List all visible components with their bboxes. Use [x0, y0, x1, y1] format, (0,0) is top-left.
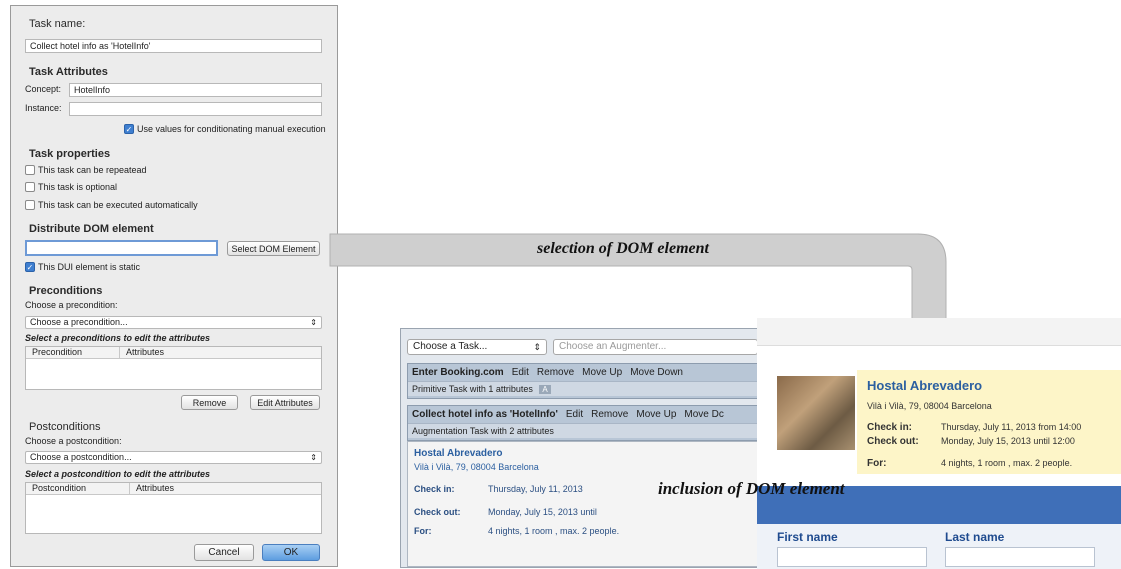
task-name: Enter Booking.com	[412, 367, 504, 378]
remove-link[interactable]: Remove	[537, 367, 574, 378]
selection-arrow-label: selection of DOM element	[537, 240, 709, 257]
hotel-summary-card: Hostal Abrevadero Vilà i Vilà, 79, 08004…	[857, 370, 1121, 474]
hotel-photo	[777, 376, 855, 450]
first-name-input[interactable]	[777, 547, 927, 567]
augmenter-select[interactable]: Choose an Augmenter...	[553, 339, 758, 355]
task-subtitle: Primitive Task with 1 attributes	[412, 384, 533, 394]
move-down-link[interactable]: Move Dc	[684, 409, 723, 420]
checkin-label: Check in:	[414, 484, 455, 494]
last-name-input[interactable]	[945, 547, 1095, 567]
for-value: 4 nights, 1 room , max. 2 people.	[488, 526, 620, 536]
checkout-value: Monday, July 15, 2013 until	[488, 507, 597, 517]
for-value: 4 nights, 1 room , max. 2 people.	[941, 458, 1073, 468]
edit-link[interactable]: Edit	[566, 409, 583, 420]
move-down-link[interactable]: Move Down	[630, 367, 683, 378]
task-name: Collect hotel info as 'HotelInfo'	[412, 409, 558, 420]
task-select[interactable]: Choose a Task... ⇕	[407, 339, 547, 355]
hotel-address: Vilà i Vilà, 79, 08004 Barcelona	[414, 462, 539, 472]
attribute-badge[interactable]: A	[539, 385, 551, 394]
checkin-label: Check in:	[867, 422, 913, 433]
remove-link[interactable]: Remove	[591, 409, 628, 420]
booking-steps-strip	[757, 318, 1121, 346]
checkout-value: Monday, July 15, 2013 until 12:00	[941, 436, 1075, 446]
hotel-address: Vilà i Vilà, 79, 08004 Barcelona	[867, 401, 992, 411]
checkin-value: Thursday, July 11, 2013	[488, 484, 583, 494]
edit-link[interactable]: Edit	[512, 367, 529, 378]
for-label: For:	[414, 526, 432, 536]
task-subtitle: Augmentation Task with 2 attributes	[408, 423, 758, 438]
last-name-label: Last name	[945, 530, 1005, 544]
hotel-name: Hostal Abrevadero	[414, 448, 503, 459]
move-up-link[interactable]: Move Up	[582, 367, 622, 378]
for-label: For:	[867, 458, 887, 469]
booking-page-panel: Hostal Abrevadero Vilà i Vilà, 79, 08004…	[757, 318, 1121, 569]
task-list-panel: Choose a Task... ⇕ Choose an Augmenter..…	[400, 328, 759, 568]
checkout-label: Check out:	[414, 507, 461, 517]
checkout-label: Check out:	[867, 436, 919, 447]
included-hotel-element: Hostal Abrevadero Vilà i Vilà, 79, 08004…	[407, 441, 759, 567]
task-item-enter-booking: Enter Booking.com Edit Remove Move Up Mo…	[407, 363, 759, 399]
checkin-value: Thursday, July 11, 2013 from 14:00	[941, 422, 1082, 432]
move-up-link[interactable]: Move Up	[636, 409, 676, 420]
hotel-name[interactable]: Hostal Abrevadero	[867, 378, 982, 393]
stepper-icon: ⇕	[533, 342, 541, 352]
inclusion-arrow-label: inclusion of DOM element	[658, 479, 845, 498]
first-name-label: First name	[777, 530, 838, 544]
task-item-collect-hotel: Collect hotel info as 'HotelInfo' Edit R…	[407, 405, 759, 441]
task-select-value: Choose a Task...	[413, 341, 488, 352]
